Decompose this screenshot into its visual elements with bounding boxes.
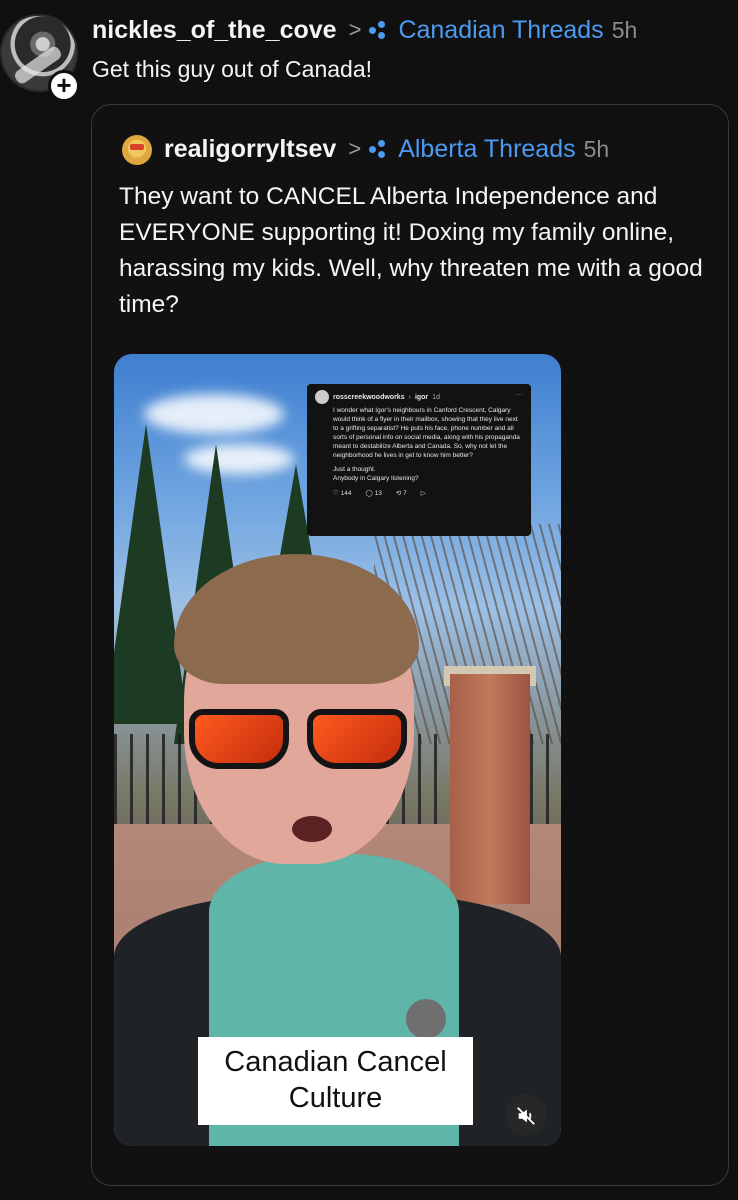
sunglasses-lens-right: [307, 709, 407, 769]
embedded-post-footer-2: Anybody in Calgary listening?: [333, 475, 419, 482]
embedded-post-actions: ♡ 144 ◯ 13 ⟲ 7 ▷: [315, 489, 523, 498]
embedded-username: rosscreekwoodworks: [333, 393, 405, 401]
embedded-time: 1d: [432, 393, 440, 401]
more-options-icon: ···: [515, 390, 523, 399]
mouth: [292, 816, 332, 842]
community-icon: [369, 140, 391, 158]
outer-post-text: Get this guy out of Canada!: [92, 56, 373, 82]
chevron-right-icon: >: [348, 136, 362, 161]
heart-icon: ♡ 144: [333, 490, 352, 497]
quoted-post-text: They want to CANCEL Alberta Independence…: [119, 183, 703, 318]
caption-line-1: Canadian Cancel: [224, 1046, 447, 1078]
reply-count: 13: [374, 490, 382, 497]
sunglasses-lens-left: [189, 709, 289, 769]
embedded-avatar: [315, 390, 329, 404]
outer-post-header: nickles_of_the_cove > Canadian Threads 5…: [92, 14, 637, 46]
sunglasses: [189, 709, 419, 779]
embedded-post-header: rosscreekwoodworks › igor 1d: [315, 390, 523, 404]
chevron-right-icon: ›: [408, 393, 411, 401]
share-icon: ▷: [420, 490, 426, 497]
video-player[interactable]: ··· rosscreekwoodworks › igor 1d I wonde…: [114, 354, 561, 1146]
community-icon: [369, 21, 391, 39]
quoted-community-link[interactable]: Alberta Threads: [398, 135, 575, 164]
brick-pillar: [450, 674, 530, 904]
chevron-right-icon: >: [348, 17, 362, 42]
quoted-post-header: realigorryltsev > Alberta Threads 5h: [164, 133, 609, 165]
lapel-mic: [406, 999, 446, 1039]
repost-icon: ⟲ 7: [395, 490, 407, 497]
quoted-post-time: 5h: [583, 135, 610, 162]
speaker-muted-glyph: [517, 1106, 535, 1125]
quoted-username[interactable]: realigorryltsev: [164, 135, 336, 164]
like-count: 144: [340, 490, 352, 497]
embedded-mention: igor: [414, 393, 429, 401]
speaker-muted-icon[interactable]: [505, 1094, 547, 1136]
caption-line-2: Culture: [288, 1082, 383, 1114]
outer-username[interactable]: nickles_of_the_cove: [92, 16, 337, 45]
video-caption: Canadian Cancel Culture: [198, 1037, 473, 1125]
outer-community-link[interactable]: Canadian Threads: [398, 16, 603, 45]
quoted-post-card[interactable]: realigorryltsev > Alberta Threads 5h The…: [91, 104, 729, 1186]
embedded-post-screenshot: ··· rosscreekwoodworks › igor 1d I wonde…: [307, 384, 531, 536]
outer-post-time: 5h: [611, 16, 638, 43]
repost-count: 7: [403, 490, 407, 497]
quoted-avatar[interactable]: [122, 135, 152, 165]
embedded-post-body: I wonder what Igor's neighbours in Canfo…: [333, 407, 520, 459]
embedded-post-footer-1: Just a thought.: [333, 466, 376, 473]
avatar-sunglasses-detail: [130, 144, 144, 150]
reply-icon: ◯ 13: [365, 490, 382, 497]
follow-button[interactable]: +: [48, 70, 80, 102]
